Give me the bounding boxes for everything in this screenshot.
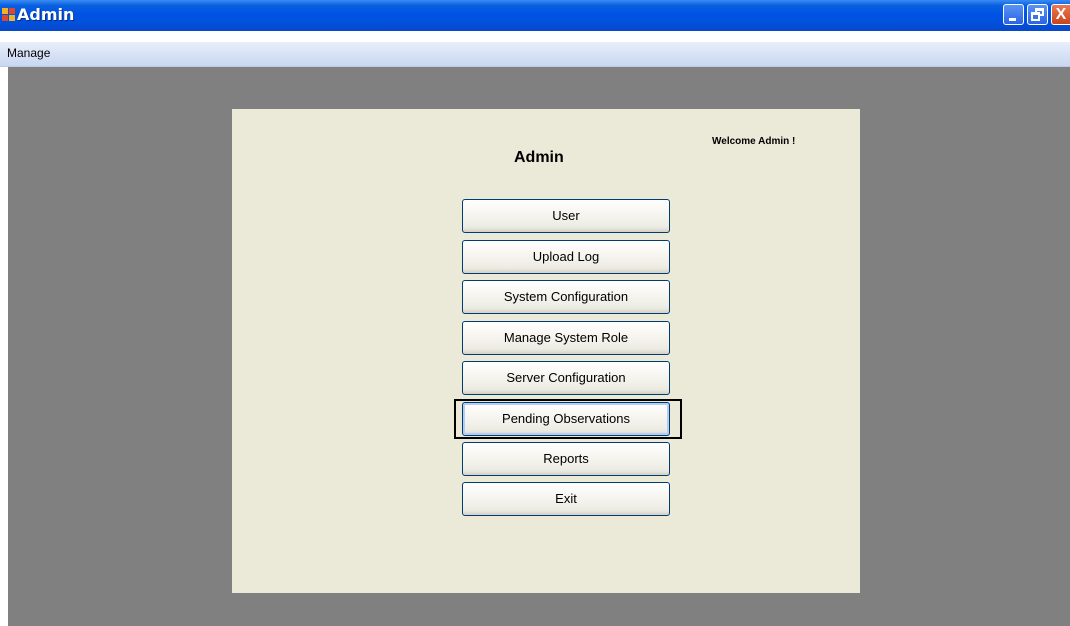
window-title: Admin [17,5,75,24]
reports-button[interactable]: Reports [462,442,670,476]
minimize-icon[interactable] [1003,4,1024,25]
system-configuration-button[interactable]: System Configuration [462,280,670,314]
admin-window: Admin X Manage Welcome Admin ! Admin Use… [0,0,1070,626]
page-title: Admin [514,149,564,166]
restore-icon[interactable] [1027,4,1048,25]
title-bar[interactable]: Admin X [0,0,1070,31]
close-icon[interactable]: X [1051,4,1070,25]
menu-item-manage[interactable]: Manage [7,46,50,60]
upload-log-button[interactable]: Upload Log [462,240,670,274]
application-icon [2,8,15,21]
pending-observations-button[interactable]: Pending Observations [462,402,670,436]
manage-system-role-button[interactable]: Manage System Role [462,321,670,355]
welcome-label: Welcome Admin ! [712,136,796,147]
exit-button[interactable]: Exit [462,482,670,516]
menu-bar: Manage [0,42,1070,67]
server-configuration-button[interactable]: Server Configuration [462,361,670,395]
user-button[interactable]: User [462,199,670,233]
